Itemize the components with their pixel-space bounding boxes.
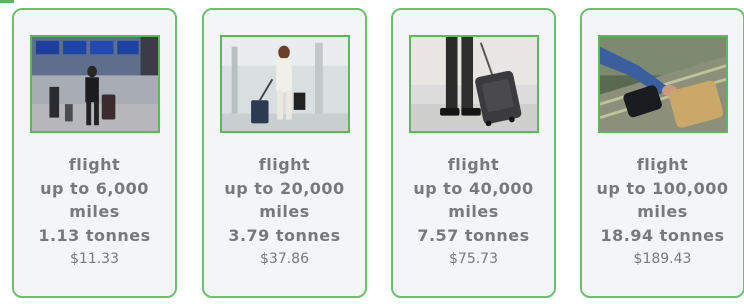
offset-price: $11.33 <box>70 251 119 267</box>
offset-options-list: flight up to 6,000 miles 1.13 tonnes $11… <box>12 8 744 308</box>
distance-unit: miles <box>637 202 688 221</box>
airport-terminal-photo <box>30 35 160 133</box>
offset-card-details: flight up to 6,000 miles 1.13 tonnes $11… <box>14 153 175 270</box>
travel-mode: flight <box>447 155 500 174</box>
offset-card-6000-miles[interactable]: flight up to 6,000 miles 1.13 tonnes $11… <box>12 8 177 298</box>
distance-range: up to 20,000 <box>224 178 345 198</box>
distance-range: up to 100,000 <box>596 178 729 198</box>
offset-card-details: flight up to 40,000 miles 7.57 tonnes $7… <box>393 153 554 270</box>
carbon-amount: 1.13 tonnes <box>38 225 151 245</box>
offset-card-100000-miles[interactable]: flight up to 100,000 miles 18.94 tonnes … <box>580 8 744 298</box>
header-accent-strip <box>0 0 14 3</box>
offset-card-details: flight up to 20,000 miles 3.79 tonnes $3… <box>204 153 365 270</box>
rolling-suitcase-photo <box>409 35 539 133</box>
travel-mode: flight <box>258 155 311 174</box>
travel-mode: flight <box>636 155 689 174</box>
carbon-amount: 3.79 tonnes <box>228 225 341 245</box>
offset-price: $189.43 <box>633 251 692 267</box>
baggage-carousel-photo <box>598 35 728 133</box>
offset-card-details: flight up to 100,000 miles 18.94 tonnes … <box>582 153 743 270</box>
offset-card-40000-miles[interactable]: flight up to 40,000 miles 7.57 tonnes $7… <box>391 8 556 298</box>
offset-price: $75.73 <box>449 251 498 267</box>
carbon-amount: 7.57 tonnes <box>417 225 530 245</box>
distance-unit: miles <box>259 202 310 221</box>
offset-price: $37.86 <box>260 251 309 267</box>
distance-unit: miles <box>448 202 499 221</box>
distance-unit: miles <box>69 202 120 221</box>
businesswoman-with-luggage-photo <box>220 35 350 133</box>
distance-range: up to 6,000 <box>40 178 149 198</box>
offset-card-20000-miles[interactable]: flight up to 20,000 miles 3.79 tonnes $3… <box>202 8 367 298</box>
travel-mode: flight <box>68 155 121 174</box>
carbon-amount: 18.94 tonnes <box>600 225 725 245</box>
distance-range: up to 40,000 <box>413 178 534 198</box>
